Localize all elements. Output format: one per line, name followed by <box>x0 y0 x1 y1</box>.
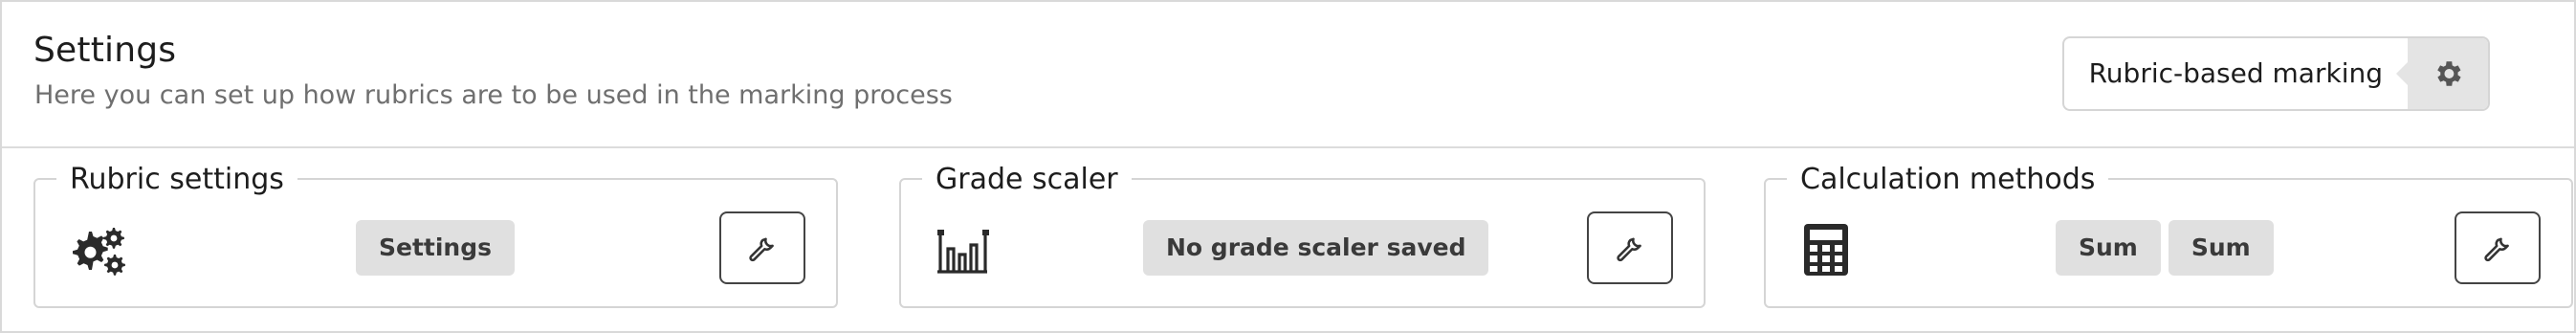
chip-row: No grade scaler saved <box>1143 220 1489 276</box>
marking-mode-button-group: Rubric-based marking <box>2061 36 2490 111</box>
edit-grade-scaler-button[interactable] <box>1587 211 1673 284</box>
page-title: Settings <box>33 31 177 70</box>
cogs-icon <box>73 228 125 276</box>
wrench-icon <box>749 237 774 262</box>
calculator-icon <box>1804 224 1848 276</box>
wrench-icon <box>2484 237 2509 262</box>
page-subtitle: Here you can set up how rubrics are to b… <box>34 80 953 110</box>
chip-row: Settings <box>356 220 516 276</box>
wrench-icon <box>1617 237 1641 262</box>
bar-chart-icon <box>937 230 989 274</box>
gear-icon <box>2437 61 2461 86</box>
settings-badge: Settings <box>356 220 516 276</box>
grade-scaler-status-badge: No grade scaler saved <box>1143 220 1489 276</box>
panel-calculation-methods: Calculation methods Sum Sum <box>1764 163 2573 308</box>
panel-rubric-settings: Rubric settings Settings <box>33 163 838 308</box>
marking-mode-settings-button[interactable] <box>2396 38 2488 109</box>
edit-calculation-methods-button[interactable] <box>2455 211 2541 284</box>
marking-mode-button[interactable]: Rubric-based marking <box>2064 38 2408 109</box>
calculation-method-badge: Sum <box>2168 220 2274 276</box>
panel-grade-scaler: Grade scaler No grade scaler saved <box>899 163 1706 308</box>
chip-row: Sum Sum <box>2056 220 2274 276</box>
panel-legend: Calculation methods <box>1787 163 2109 197</box>
edit-rubric-settings-button[interactable] <box>719 211 805 284</box>
calculation-method-badge: Sum <box>2056 220 2161 276</box>
settings-card: Settings Here you can set up how rubrics… <box>0 0 2576 333</box>
panel-legend: Grade scaler <box>922 163 1132 197</box>
settings-header: Settings Here you can set up how rubrics… <box>2 2 2574 148</box>
panel-legend: Rubric settings <box>56 163 297 197</box>
